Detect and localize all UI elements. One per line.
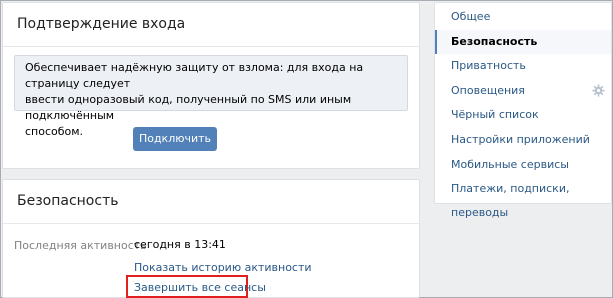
menu-item-label: Мобильные сервисы [451, 157, 569, 171]
login-confirmation-card: Подтверждение входа Обеспечивает надёжну… [2, 2, 420, 169]
notice-line: Обеспечивает надёжную защиту от взлома: … [25, 61, 364, 90]
security-title: Безопасность [3, 180, 419, 224]
security-card: Безопасность Последняя активность сегодн… [2, 179, 420, 298]
menu-item-general[interactable]: Общее [435, 5, 611, 30]
connect-button[interactable]: Подключить [133, 127, 217, 151]
login-confirmation-title: Подтверждение входа [3, 3, 419, 47]
menu-item-blacklist[interactable]: Чёрный список [435, 103, 611, 128]
notice-line: ввести одноразовый код, полученный по SM… [25, 93, 352, 122]
menu-item-mobile-services[interactable]: Мобильные сервисы [435, 153, 611, 178]
login-confirmation-notice: Обеспечивает надёжную защиту от взлома: … [14, 55, 408, 138]
menu-item-payments[interactable]: Платежи, подписки, переводы [435, 177, 611, 219]
menu-item-label: Чёрный список [451, 108, 539, 122]
menu-item-notifications[interactable]: Оповещения [435, 79, 611, 104]
last-activity-label: Последняя активность [14, 239, 147, 252]
menu-item-label: Настройки приложений [451, 132, 590, 146]
end-all-sessions-link[interactable]: Завершить все сеансы [134, 281, 266, 294]
menu-item-security[interactable]: Безопасность [435, 29, 611, 55]
last-activity-value: сегодня в 13:41 [134, 238, 226, 251]
gear-icon[interactable] [592, 84, 605, 97]
show-activity-history-link[interactable]: Показать историю активности [134, 261, 312, 274]
menu-item-label: Приватность [451, 59, 526, 73]
menu-item-label: Оповещения [451, 83, 525, 97]
settings-window: Подтверждение входа Обеспечивает надёжну… [0, 0, 613, 298]
settings-menu: Общее Безопасность Приватность Оповещени… [434, 2, 612, 219]
menu-item-label: Общее [451, 10, 491, 23]
menu-item-privacy[interactable]: Приватность [435, 54, 611, 79]
menu-item-app-settings[interactable]: Настройки приложений [435, 128, 611, 153]
menu-item-label: Платежи, подписки, переводы [451, 182, 570, 220]
menu-item-label: Безопасность [451, 34, 538, 48]
